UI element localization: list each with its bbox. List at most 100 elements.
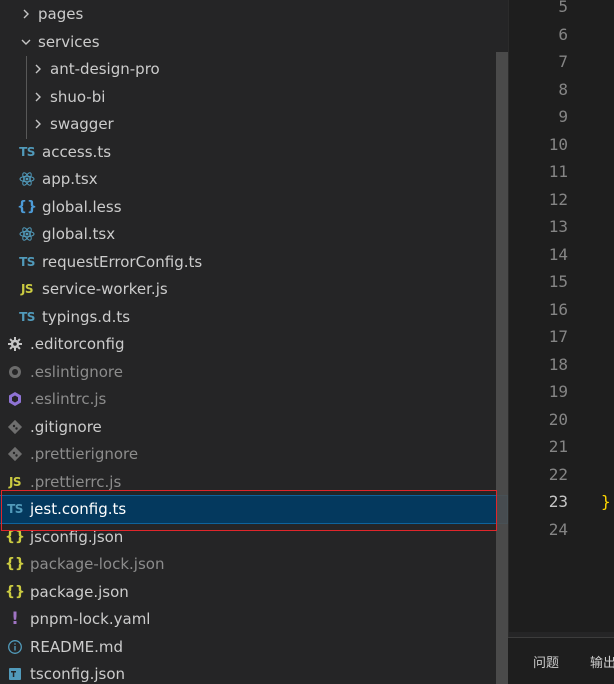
line-number: 17	[548, 327, 568, 346]
line-number: 10	[548, 134, 568, 154]
tree-file-jsconfig-json[interactable]: {} jsconfig.json	[0, 523, 496, 550]
tree-item-label: pages	[38, 5, 84, 23]
line-number: 12	[548, 189, 568, 209]
less-file-icon: {}	[17, 198, 37, 215]
tree-item-label: .prettierignore	[30, 445, 139, 463]
closing-brace: }	[601, 492, 611, 511]
tree-file-global-tsx[interactable]: global.tsx	[0, 221, 496, 248]
tree-item-label: README.md	[30, 637, 124, 656]
indent-guide	[26, 56, 27, 139]
tree-file-service-worker-js[interactable]: JS service-worker.js	[0, 276, 496, 303]
tree-item-label: global.less	[42, 197, 122, 216]
tree-file-global-less[interactable]: {} global.less	[0, 193, 496, 220]
tree-file-readme-md[interactable]: README.md	[0, 633, 496, 660]
typescript-file-icon: TS	[19, 144, 35, 159]
tree-item-label: access.ts	[42, 142, 112, 161]
line-number: 14	[548, 244, 568, 264]
line-number: 19	[548, 382, 568, 401]
tree-file-editorconfig[interactable]: .editorconfig	[0, 331, 496, 358]
react-file-icon	[18, 226, 36, 242]
vscode-window: pages services ant-design-pro shuo-bi swagge…	[0, 0, 614, 684]
tree-item-label: requestErrorConfig.ts	[42, 252, 203, 271]
code-editor[interactable]: 5 6 7 8 9 10 11 12 13 14 15 16 17 18 19 20 21 22 23} 24	[508, 0, 614, 632]
line-number: 22	[548, 464, 568, 484]
typescript-file-icon: TS	[19, 254, 35, 269]
tree-item-label: ant-design-pro	[50, 60, 160, 78]
tree-file-app-tsx[interactable]: app.tsx	[0, 166, 496, 193]
javascript-file-icon: JS	[8, 474, 22, 489]
line-number: 9	[558, 107, 568, 126]
line-number: 18	[548, 354, 568, 374]
tree-item-label: service-worker.js	[42, 280, 168, 298]
editor-divider	[508, 0, 509, 684]
git-icon	[6, 446, 24, 462]
chevron-right-icon	[30, 61, 46, 77]
tree-item-label: shuo-bi	[50, 87, 106, 106]
chevron-down-icon	[18, 34, 34, 50]
line-number: 20	[548, 409, 568, 429]
tree-item-label: global.tsx	[42, 225, 116, 243]
line-number: 21	[548, 437, 568, 456]
tree-folder-shuo-bi[interactable]: shuo-bi	[0, 83, 496, 110]
line-number: 5	[558, 0, 568, 16]
tree-item-label: package-lock.json	[30, 555, 165, 573]
tree-file-tsconfig-json[interactable]: tsconfig.json	[0, 661, 496, 684]
yaml-file-icon: !	[11, 609, 19, 629]
javascript-file-icon: JS	[20, 282, 34, 296]
tree-folder-ant-design-pro[interactable]: ant-design-pro	[0, 56, 496, 83]
chevron-right-icon	[18, 6, 34, 22]
tree-file-requesterrorconfig-ts[interactable]: TS requestErrorConfig.ts	[0, 248, 496, 275]
tree-item-label: .gitignore	[30, 417, 102, 436]
tree-file-gitignore[interactable]: .gitignore	[0, 413, 496, 440]
tree-item-label: package.json	[30, 582, 129, 601]
json-file-icon: {}	[5, 528, 25, 545]
line-number: 24	[548, 519, 568, 539]
eslint-ignore-icon	[6, 364, 24, 380]
panel-tab-output[interactable]: 输出	[590, 652, 614, 671]
gear-icon	[6, 336, 24, 352]
tree-file-package-lock-json[interactable]: {} package-lock.json	[0, 551, 496, 578]
eslint-icon	[6, 391, 24, 407]
tree-file-eslintrc-js[interactable]: .eslintrc.js	[0, 386, 496, 413]
info-icon	[6, 639, 24, 655]
tree-folder-services[interactable]: services	[0, 28, 496, 55]
chevron-right-icon	[30, 89, 46, 105]
tree-file-pnpm-lock-yaml[interactable]: ! pnpm-lock.yaml	[0, 606, 496, 633]
json-file-icon: {}	[5, 583, 25, 600]
tree-folder-swagger[interactable]: swagger	[0, 111, 496, 138]
tree-item-label: swagger	[50, 115, 114, 133]
bottom-panel: 问题 输出	[508, 637, 614, 684]
tsconfig-file-icon	[6, 666, 24, 682]
tree-folder-pages[interactable]: pages	[0, 1, 496, 28]
tree-file-prettierrc-js[interactable]: JS .prettierrc.js	[0, 468, 496, 495]
git-icon	[6, 419, 24, 435]
panel-tab-problems[interactable]: 问题	[533, 652, 559, 671]
explorer-scrollbar[interactable]	[496, 52, 508, 684]
line-number: 13	[548, 217, 568, 236]
chevron-right-icon	[30, 116, 46, 132]
tree-file-prettierignore[interactable]: .prettierignore	[0, 441, 496, 468]
tree-item-label: pnpm-lock.yaml	[30, 610, 151, 628]
line-number: 23	[548, 492, 568, 511]
tree-item-label: tsconfig.json	[30, 665, 126, 683]
line-number: 11	[548, 162, 568, 181]
tree-item-label: services	[38, 32, 100, 51]
tree-file-typings-d-ts[interactable]: TS typings.d.ts	[0, 303, 496, 330]
tree-item-label: jest.config.ts	[30, 500, 127, 518]
tree-item-label: .eslintignore	[30, 362, 123, 381]
tree-file-package-json[interactable]: {} package.json	[0, 578, 496, 605]
file-explorer: pages services ant-design-pro shuo-bi swagge…	[0, 0, 508, 684]
line-number: 15	[548, 272, 568, 291]
tree-item-label: .prettierrc.js	[30, 472, 122, 491]
line-number: 7	[558, 52, 568, 71]
tree-item-label: typings.d.ts	[42, 307, 131, 326]
tree-item-label: .editorconfig	[30, 335, 125, 353]
typescript-file-icon: TS	[19, 309, 35, 324]
react-file-icon	[18, 171, 36, 187]
tree-file-access-ts[interactable]: TS access.ts	[0, 138, 496, 165]
tree-file-jest-config-ts[interactable]: TS jest.config.ts	[0, 494, 508, 524]
tree-item-label: app.tsx	[42, 170, 98, 188]
typescript-file-icon: TS	[7, 502, 23, 516]
tree-item-label: jsconfig.json	[30, 527, 124, 546]
tree-file-eslintignore[interactable]: .eslintignore	[0, 358, 496, 385]
